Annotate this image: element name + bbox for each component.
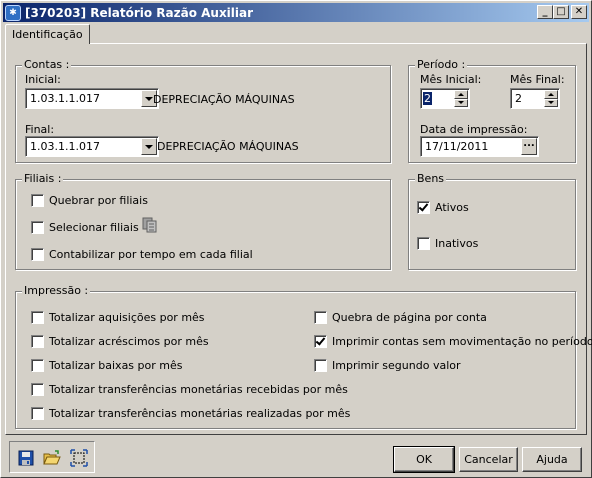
spin-down-icon[interactable] [544,98,558,107]
transf-realizadas-checkbox[interactable]: Totalizar transferências monetárias real… [31,407,350,420]
save-icon[interactable] [17,449,35,467]
data-impressao-value: 17/11/2011 [425,140,489,153]
conta-final-value: 1.03.1.1.017 [30,140,100,153]
quebra-pagina-checkbox[interactable]: Quebra de página por conta [314,311,487,324]
imprimir-sem-movimentacao-checkbox[interactable]: Imprimir contas sem movimentação no perí… [314,335,592,348]
title-bar[interactable]: ✱ [370203] Relatório Razão Auxiliar _ □ … [3,3,589,22]
inativos-checkbox[interactable]: Inativos [417,237,478,250]
checkbox-box[interactable] [31,383,44,396]
window-title: [370203] Relatório Razão Auxiliar [25,5,254,20]
transf-recebidas-label: Totalizar transferências monetárias rece… [49,383,348,396]
cancel-button[interactable]: Cancelar [459,447,518,472]
checkbox-box-checked[interactable] [314,335,327,348]
date-picker-button[interactable]: ... [521,138,537,155]
ativos-label: Ativos [435,201,469,214]
contas-group: Contas : Inicial: 1.03.1.1.017 DEPRECIAÇ… [15,58,391,163]
quebrar-filiais-label: Quebrar por filiais [49,194,148,207]
mes-final-spinner[interactable]: 2 [510,88,560,109]
checkbox-box[interactable] [31,407,44,420]
conta-inicial-value: 1.03.1.1.017 [30,92,100,105]
transf-realizadas-label: Totalizar transferências monetárias real… [49,407,351,420]
periodo-group: Período : Mês Inicial: 2 Mês Final: 2 Da… [408,58,576,163]
mes-final-label: Mês Final: [510,73,565,86]
data-impressao-field[interactable]: 17/11/2011 ... [420,136,539,157]
totalizar-acrescimos-checkbox[interactable]: Totalizar acréscimos por mês [31,335,209,348]
resize-icon[interactable] [70,449,88,467]
app-icon: ✱ [5,4,21,21]
help-button-label: Ajuda [536,453,568,466]
checkbox-box[interactable] [31,248,44,261]
data-impressao-label: Data de impressão: [420,123,528,136]
contas-legend: Contas : [22,58,72,71]
totalizar-aquisicoes-checkbox[interactable]: Totalizar aquisições por mês [31,311,205,324]
bens-group: Bens Ativos Inativos [408,172,576,270]
impressao-legend: Impressão : [22,284,91,297]
conta-final-description: DEPRECIAÇÃO MÁQUINAS [157,140,299,153]
dialog-window: ✱ [370203] Relatório Razão Auxiliar _ □ … [0,0,592,478]
mes-inicial-spinner[interactable]: 2 [420,88,470,109]
totalizar-aquisicoes-label: Totalizar aquisições por mês [49,311,205,324]
contabilizar-tempo-label: Contabilizar por tempo em cada filial [49,248,253,261]
minimize-button[interactable]: _ [537,5,553,19]
mes-inicial-value: 2 [423,92,432,105]
totalizar-acrescimos-label: Totalizar acréscimos por mês [49,335,209,348]
bottom-toolbar [9,441,95,473]
ativos-checkbox[interactable]: Ativos [417,201,469,214]
maximize-button[interactable]: □ [553,5,569,19]
checkbox-box[interactable] [31,311,44,324]
filiais-legend: Filiais : [22,172,64,185]
spin-down-icon[interactable] [454,98,468,107]
checkbox-box[interactable] [31,335,44,348]
totalizar-baixas-label: Totalizar baixas por mês [49,359,183,372]
chevron-down-icon[interactable] [141,138,157,155]
bens-legend: Bens [415,172,447,185]
selecionar-filiais-label: Selecionar filiais [49,221,139,234]
ok-button-label: OK [416,453,432,466]
checkbox-box[interactable] [417,237,430,250]
inicial-label: Inicial: [25,73,61,86]
help-button[interactable]: Ajuda [522,447,582,472]
conta-final-combo[interactable]: 1.03.1.1.017 [25,136,159,157]
tab-identificacao[interactable]: Identificação [5,24,90,44]
checkbox-box[interactable] [31,359,44,372]
transf-recebidas-checkbox[interactable]: Totalizar transferências monetárias rece… [31,383,348,396]
tab-identificacao-label: Identificação [12,28,83,41]
conta-inicial-combo[interactable]: 1.03.1.1.017 [25,88,159,109]
impressao-group: Impressão : Totalizar aquisições por mês… [15,284,592,429]
cancel-button-label: Cancelar [464,453,513,466]
checkbox-box[interactable] [31,194,44,207]
quebrar-filiais-checkbox[interactable]: Quebrar por filiais [31,194,148,207]
filiais-group: Filiais : Quebrar por filiais Selecionar… [15,172,391,270]
filiais-list-icon[interactable] [142,216,160,234]
spin-up-icon[interactable] [544,90,558,99]
checkbox-box[interactable] [314,311,327,324]
mes-final-value: 2 [515,92,522,105]
imprimir-sem-movimentacao-label: Imprimir contas sem movimentação no perí… [332,335,592,348]
segundo-valor-label: Imprimir segundo valor [332,359,461,372]
inativos-label: Inativos [435,237,479,250]
conta-inicial-description: DEPRECIAÇÃO MÁQUINAS [153,93,295,106]
checkbox-box-checked[interactable] [417,201,430,214]
spin-up-icon[interactable] [454,90,468,99]
mes-inicial-label: Mês Inicial: [420,73,482,86]
contabilizar-tempo-checkbox[interactable]: Contabilizar por tempo em cada filial [31,248,253,261]
close-button[interactable]: ✕ [571,5,587,19]
selecionar-filiais-checkbox[interactable]: Selecionar filiais [31,221,139,234]
totalizar-baixas-checkbox[interactable]: Totalizar baixas por mês [31,359,182,372]
quebra-pagina-label: Quebra de página por conta [332,311,487,324]
periodo-legend: Período : [415,58,468,71]
ok-button[interactable]: OK [393,446,455,473]
segundo-valor-checkbox[interactable]: Imprimir segundo valor [314,359,461,372]
open-folder-icon[interactable] [43,449,61,467]
checkbox-box[interactable] [314,359,327,372]
checkbox-box[interactable] [31,221,44,234]
final-label: Final: [25,123,55,136]
